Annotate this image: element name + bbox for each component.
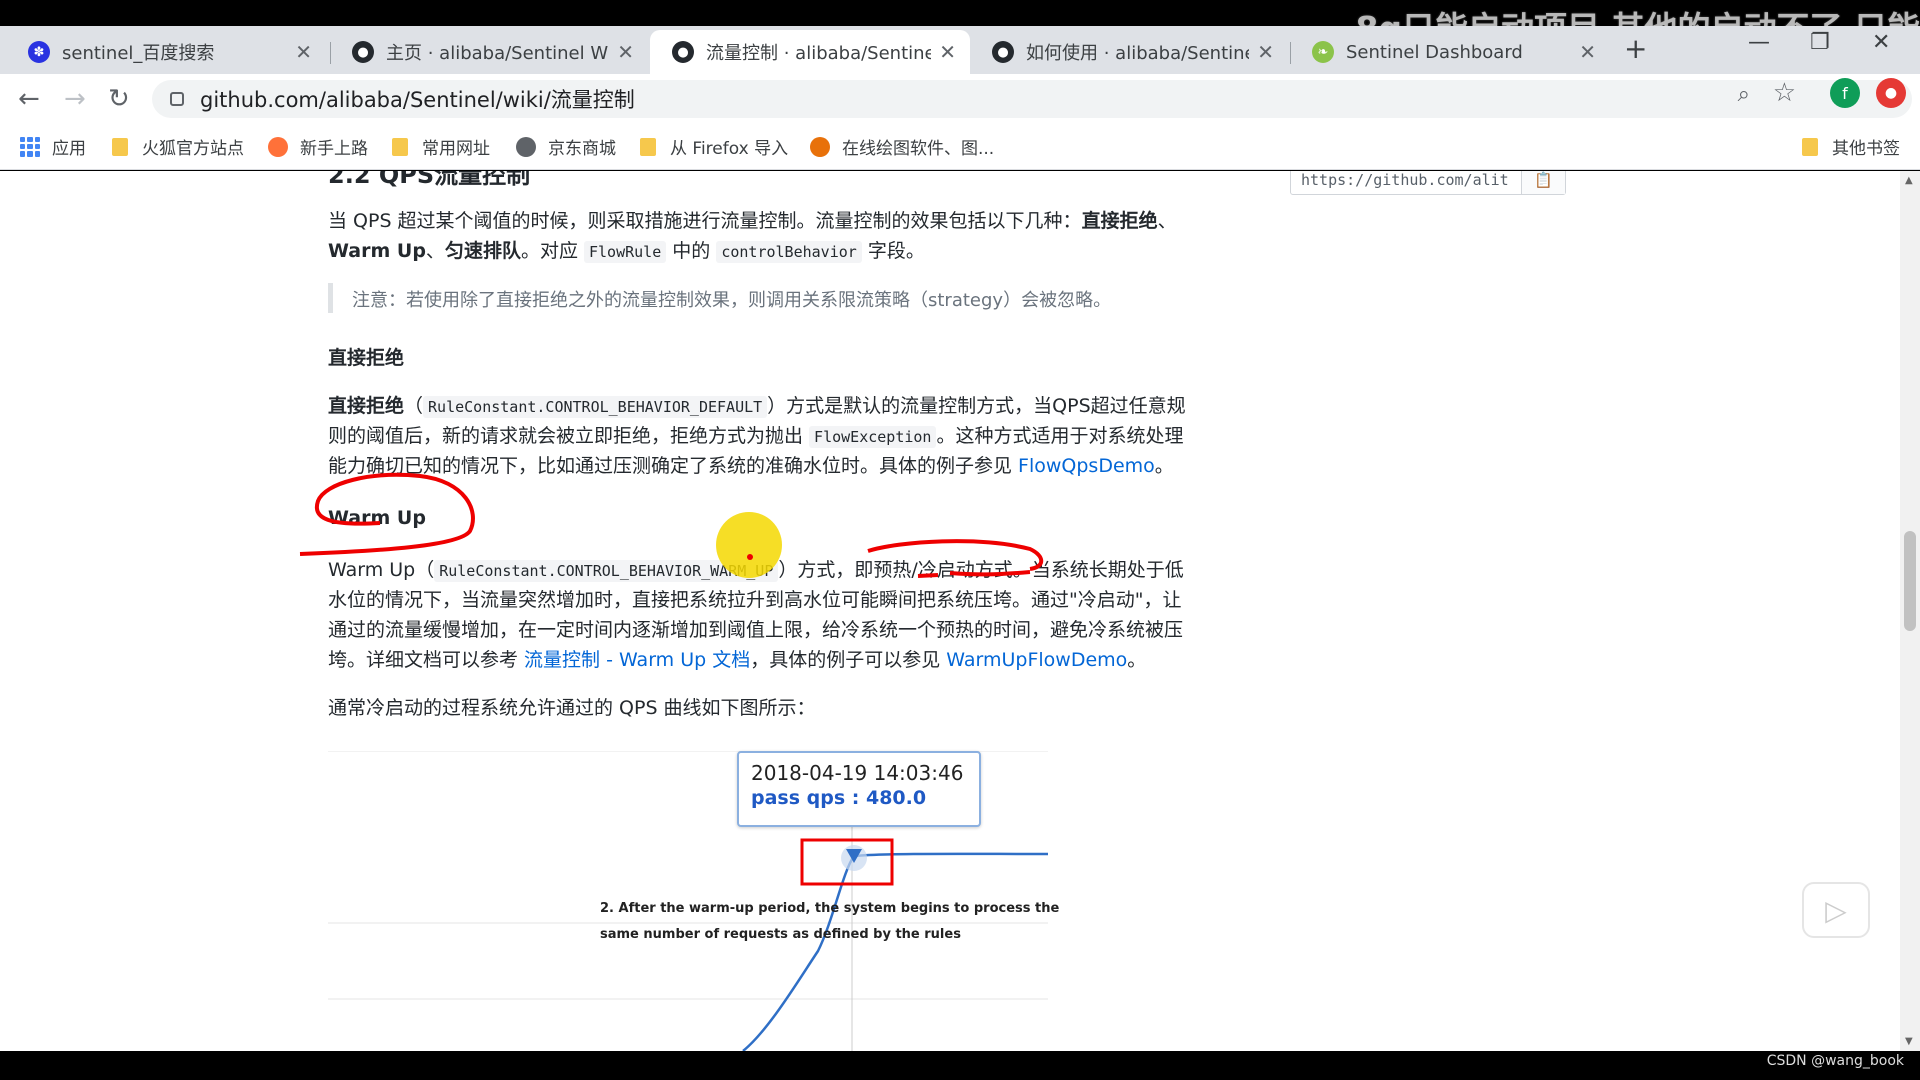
close-icon[interactable]: ✕: [295, 40, 312, 64]
bookmark-common-sites[interactable]: 常用网址: [392, 134, 490, 159]
bookmark-label: 火狐官方站点: [142, 139, 244, 159]
close-icon[interactable]: ✕: [617, 40, 634, 64]
warmup-line-2: 水位的情况下，当流量突然增加时，直接把系统拉升到高水位可能瞬间把系统压垮。通过"…: [328, 589, 1182, 611]
new-tab-button[interactable]: +: [1624, 32, 1647, 65]
bookmark-firefox-import[interactable]: 从 Firefox 导入: [640, 134, 788, 159]
baidu-icon: ✽: [28, 41, 50, 63]
flowqpsdemo-link[interactable]: FlowQpsDemo: [1018, 455, 1155, 477]
bookmark-apps[interactable]: 应用: [20, 134, 86, 159]
browser-toolbar: ← → ↻ github.com/alibaba/Sentinel/wiki/流…: [0, 74, 1920, 124]
extension-icon[interactable]: ●: [1876, 78, 1906, 108]
warmup-line-1: Warm Up（ RuleConstant.CONTROL_BEHAVIOR_WA…: [328, 559, 1184, 582]
folder-icon: [1802, 137, 1818, 156]
reject-line-3: 能力确切已知的情况下，比如通过压测确定了系统的准确水位时。具体的例子参见 Flo…: [328, 455, 1174, 477]
tab-baidu[interactable]: ✽ sentinel_百度搜索 ✕: [6, 30, 326, 74]
video-footer-bar: [0, 1051, 1920, 1080]
tab-title: 如何使用 · alibaba/Sentinel W: [1026, 43, 1250, 64]
clone-url-box: https://github.com/alit 📋: [1290, 171, 1566, 195]
intro-line-1: 当 QPS 超过某个阈值的时候，则采取措施进行流量控制。流量控制的效果包括以下几…: [328, 210, 1177, 232]
close-window-icon[interactable]: ✕: [1872, 30, 1890, 55]
globe-icon: [516, 136, 536, 157]
folder-icon: [112, 137, 128, 156]
chart-annotation-2: same number of requests as defined by th…: [600, 927, 961, 942]
qps-chart-image: 2018-04-19 14:03:46 pass qps : 480.0 2. …: [328, 751, 1059, 1051]
url-text: github.com/alibaba/Sentinel/wiki/流量控制: [200, 88, 635, 112]
bookmark-label: 在线绘图软件、图...: [842, 139, 995, 159]
apps-icon: [20, 136, 40, 157]
bookmark-getting-started[interactable]: 新手上路: [268, 134, 368, 159]
clipboard-icon[interactable]: 📋: [1521, 171, 1565, 194]
chart-annotation-1: 2. After the warm-up period, the system …: [600, 901, 1060, 916]
close-icon[interactable]: ✕: [939, 40, 956, 64]
close-icon[interactable]: ✕: [1579, 40, 1596, 64]
close-icon[interactable]: ✕: [1257, 40, 1274, 64]
bookmarks-bar: 应用 火狐官方站点 新手上路 常用网址 京东商城 从 Firefox 导入 在线…: [0, 124, 1920, 170]
bookmark-label: 常用网址: [422, 139, 490, 159]
csdn-watermark: CSDN @wang_book: [1766, 1053, 1904, 1069]
blockquote-bar: [328, 283, 333, 313]
intro-line-2: Warm Up、匀速排队。对应 FlowRule 中的 controlBehav…: [328, 240, 925, 263]
screen-frame: { "overlay_caption": "8g只能启动项目 其他的启动不了 只…: [0, 0, 1920, 1080]
minimize-icon[interactable]: —: [1748, 30, 1770, 55]
folder-icon: [392, 137, 408, 156]
warmup-line-3: 通过的流量缓慢增加，在一定时间内逐渐增加到阈值上限，给冷系统一个预热的时间，避免…: [328, 619, 1184, 641]
bookmark-firefox-site[interactable]: 火狐官方站点: [112, 134, 244, 159]
tab-title: 流量控制 · alibaba/Sentinel W: [706, 43, 932, 64]
firefox-icon: [268, 136, 288, 157]
profile-avatar[interactable]: f: [1830, 78, 1860, 108]
bookmark-label: 新手上路: [300, 139, 368, 159]
tooltip-value: pass qps : 480.0: [751, 787, 927, 809]
tab-title: Sentinel Dashboard: [1346, 41, 1523, 63]
tab-how-to-use[interactable]: ● 如何使用 · alibaba/Sentinel W ✕: [970, 30, 1288, 74]
page-scrollbar[interactable]: ▲ ▼: [1900, 171, 1920, 1051]
github-icon: ●: [672, 41, 694, 63]
curve-intro: 通常冷启动的过程系统允许通过的 QPS 曲线如下图所示：: [328, 697, 816, 719]
draw-icon: [810, 136, 830, 157]
bookmark-label: 京东商城: [548, 139, 616, 159]
warmup-heading: Warm Up: [328, 507, 426, 529]
tab-sentinel-wiki-home[interactable]: ● 主页 · alibaba/Sentinel Wiki ✕: [330, 30, 648, 74]
reload-icon[interactable]: ↻: [108, 84, 130, 114]
leaf-icon: ❧: [1312, 41, 1334, 63]
forward-arrow-icon[interactable]: →: [64, 84, 86, 114]
tab-title: sentinel_百度搜索: [62, 43, 215, 64]
note-text: 注意：若使用除了直接拒绝之外的流量控制效果，则调用关系限流策略（strategy…: [352, 290, 1112, 311]
qps-curve: [742, 852, 1048, 1051]
reject-line-2: 则的阈值后，新的请求就会被立即拒绝，拒绝方式为抛出 FlowException。…: [328, 425, 1184, 448]
bookmark-label: 应用: [52, 139, 86, 159]
github-icon: ●: [352, 41, 374, 63]
chart-tooltip: 2018-04-19 14:03:46 pass qps : 480.0: [737, 751, 981, 827]
bookmark-other[interactable]: 其他书签: [1802, 134, 1900, 159]
warmup-line-4: 垮。详细文档可以参考 流量控制 - Warm Up 文档，具体的例子可以参见 W…: [328, 649, 1147, 671]
zoom-icon[interactable]: ⌕: [1738, 82, 1750, 107]
reject-line-1: 直接拒绝（ RuleConstant.CONTROL_BEHAVIOR_DEFAU…: [328, 395, 1186, 418]
section-heading: 2.2 QPS流量控制: [328, 171, 531, 189]
scroll-down-icon[interactable]: ▼: [1905, 1036, 1913, 1047]
scroll-thumb[interactable]: [1904, 531, 1916, 631]
bookmark-online-draw[interactable]: 在线绘图软件、图...: [810, 134, 994, 159]
tab-flow-control[interactable]: ● 流量控制 · alibaba/Sentinel W ✕: [650, 30, 970, 74]
tooltip-date: 2018-04-19 14:03:46: [751, 761, 964, 785]
clone-url-input[interactable]: https://github.com/alit: [1291, 171, 1521, 189]
address-bar[interactable]: github.com/alibaba/Sentinel/wiki/流量控制: [152, 80, 1912, 118]
bookmark-label: 其他书签: [1832, 139, 1900, 159]
scroll-up-icon[interactable]: ▲: [1905, 175, 1913, 186]
warmup-doc-link[interactable]: 流量控制 - Warm Up 文档: [524, 649, 750, 671]
reject-heading: 直接拒绝: [328, 347, 405, 369]
folder-icon: [640, 137, 656, 156]
bookmark-label: 从 Firefox 导入: [670, 139, 789, 159]
back-arrow-icon[interactable]: ←: [18, 84, 40, 114]
lock-icon: [170, 92, 184, 106]
github-icon: ●: [992, 41, 1014, 63]
video-play-icon[interactable]: ▷: [1802, 882, 1870, 938]
warmupflowdemo-link[interactable]: WarmUpFlowDemo: [946, 649, 1127, 671]
star-icon[interactable]: ☆: [1773, 78, 1796, 108]
tab-sentinel-dashboard[interactable]: ❧ Sentinel Dashboard ✕: [1290, 30, 1610, 74]
bookmark-jd[interactable]: 京东商城: [516, 134, 616, 159]
wiki-page: 2.2 QPS流量控制 https://github.com/alit 📋 当 …: [0, 171, 1920, 1051]
tab-title: 主页 · alibaba/Sentinel Wiki: [386, 43, 610, 64]
restore-icon[interactable]: ❐: [1810, 30, 1830, 55]
